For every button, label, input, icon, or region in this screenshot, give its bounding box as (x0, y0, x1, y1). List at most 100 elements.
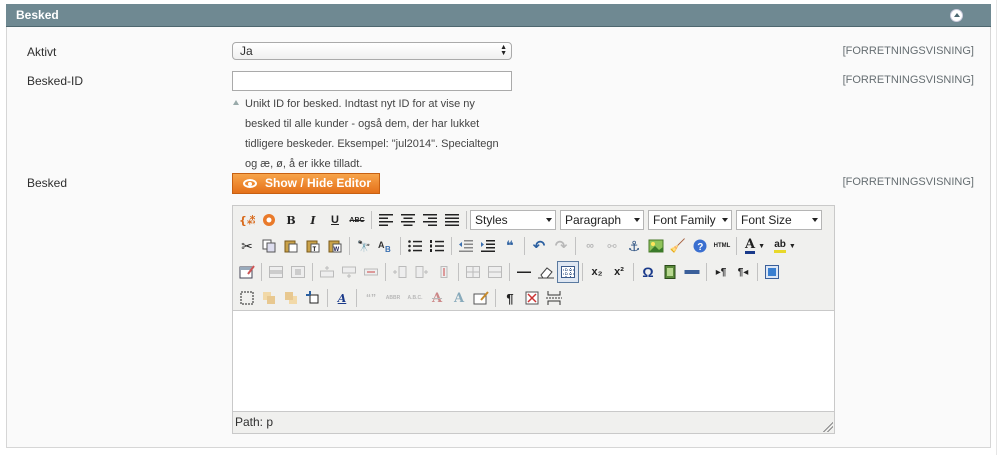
bold-button[interactable]: B (280, 209, 302, 231)
horizontal-rule-button[interactable] (513, 261, 535, 283)
template-button[interactable] (521, 287, 543, 309)
insert-widget-button[interactable]: {⁂} (236, 209, 258, 231)
fullscreen-button[interactable] (761, 261, 783, 283)
section-header[interactable]: Besked (6, 4, 991, 27)
insert-image-button-2[interactable] (645, 235, 667, 257)
anchor-button[interactable]: ⚓ (623, 235, 645, 257)
cut-button[interactable]: ✂ (236, 235, 258, 257)
italic-button[interactable]: I (302, 209, 324, 231)
numbered-list-button[interactable] (426, 235, 448, 257)
merge-cells-button[interactable] (484, 261, 506, 283)
undo-button[interactable]: ↶ (528, 235, 550, 257)
underline-button[interactable]: U (324, 209, 346, 231)
font-color-button[interactable]: A ▼ (740, 235, 770, 257)
paste-word-button[interactable]: W (324, 235, 346, 257)
delete-text-button[interactable]: A (426, 287, 448, 309)
help-button[interactable]: ? (689, 235, 711, 257)
cleanup-button[interactable]: 🧹 (667, 235, 689, 257)
subscript-button[interactable]: x₂ (586, 261, 608, 283)
html-source-button[interactable]: HTML (711, 235, 733, 257)
editor-content-area[interactable] (233, 311, 834, 412)
blockquote-button[interactable]: ❝ (499, 235, 521, 257)
align-right-button[interactable] (419, 209, 441, 231)
remove-format-button[interactable] (535, 261, 557, 283)
style-props-icon: A (337, 291, 347, 305)
toolbar-separator (327, 289, 328, 307)
insert-row-before-button[interactable] (316, 261, 338, 283)
active-select[interactable]: Ja ▲ ▼ (232, 42, 512, 60)
redo-button[interactable]: ↷ (550, 235, 572, 257)
ltr-button[interactable]: ▸¶ (710, 261, 732, 283)
section-title: Besked (16, 8, 59, 22)
paragraph-select[interactable]: Paragraph (560, 210, 644, 230)
message-id-input[interactable] (232, 71, 512, 91)
image-gear-icon (263, 214, 275, 226)
strikethrough-button[interactable]: ABC (346, 209, 368, 231)
visual-aid-button[interactable] (557, 261, 579, 283)
outdent-button[interactable] (455, 235, 477, 257)
insert-text-button[interactable]: A (448, 287, 470, 309)
align-center-button[interactable] (397, 209, 419, 231)
indent-button[interactable] (477, 235, 499, 257)
page-break-button[interactable] (543, 287, 565, 309)
delete-col-button[interactable] (433, 261, 455, 283)
find-button[interactable]: 🔭 (353, 235, 375, 257)
collapse-up-icon[interactable] (950, 9, 963, 22)
cite-button[interactable]: “” (360, 287, 382, 309)
unlink-button[interactable]: ⚯ (601, 235, 623, 257)
note-line: besked til alle kunder - også dem, der h… (245, 118, 480, 130)
binoculars-icon: 🔭 (357, 240, 371, 253)
replace-button[interactable]: AB (375, 235, 397, 257)
page-scrollbar[interactable] (996, 0, 997, 455)
special-char-button[interactable]: Ω (637, 261, 659, 283)
table-row-props-button[interactable] (265, 261, 287, 283)
styles-select[interactable]: Styles (470, 210, 556, 230)
copy-button[interactable] (258, 235, 280, 257)
active-scope: [FORRETNINGSVISNING] (842, 45, 974, 57)
link-button[interactable]: ∞ (579, 235, 601, 257)
show-blocks-button[interactable]: ¶ (499, 287, 521, 309)
absolute-position-button[interactable] (302, 287, 324, 309)
element-path: Path: p (235, 415, 274, 429)
table-edit-icon (239, 265, 255, 279)
toolbar-separator (312, 263, 313, 281)
insert-image-button[interactable] (258, 209, 280, 231)
superscript-button[interactable]: x² (608, 261, 630, 283)
delete-row-icon (364, 268, 378, 276)
move-backward-button[interactable] (280, 287, 302, 309)
insert-layer-button[interactable] (236, 287, 258, 309)
acronym-button[interactable]: A.B.C. (404, 287, 426, 309)
insert-table-button[interactable] (236, 261, 258, 283)
resize-handle-icon[interactable] (823, 422, 833, 432)
show-hide-editor-button[interactable]: Show / Hide Editor (232, 173, 380, 194)
toolbar-separator (400, 237, 401, 255)
font-size-select[interactable]: Font Size (736, 210, 822, 230)
paste-text-button[interactable]: T (302, 235, 324, 257)
move-forward-button[interactable] (258, 287, 280, 309)
split-cells-icon (466, 266, 480, 278)
bullet-list-button[interactable] (404, 235, 426, 257)
move-forward-icon (263, 292, 275, 304)
abbr-button[interactable]: ABBR (382, 287, 404, 309)
delete-row-button[interactable] (360, 261, 382, 283)
font-family-select[interactable]: Font Family (648, 210, 732, 230)
row-after-icon (342, 266, 356, 278)
nonbreaking-space-button[interactable] (681, 261, 703, 283)
toolbar-separator (385, 263, 386, 281)
table-cell-props-button[interactable] (287, 261, 309, 283)
merge-cells-icon (488, 266, 502, 278)
attributes-button[interactable] (470, 287, 492, 309)
insert-media-button[interactable] (659, 261, 681, 283)
insert-row-after-button[interactable] (338, 261, 360, 283)
highlight-color-button[interactable]: ab ▼ (770, 235, 800, 257)
split-cells-button[interactable] (462, 261, 484, 283)
align-left-button[interactable] (375, 209, 397, 231)
insert-col-before-button[interactable] (389, 261, 411, 283)
table-cell-icon (291, 266, 305, 278)
align-justify-button[interactable] (441, 209, 463, 231)
insert-col-after-button[interactable] (411, 261, 433, 283)
align-justify-icon (445, 214, 459, 226)
style-props-button[interactable]: A (331, 287, 353, 309)
paste-button[interactable] (280, 235, 302, 257)
rtl-button[interactable]: ¶◂ (732, 261, 754, 283)
